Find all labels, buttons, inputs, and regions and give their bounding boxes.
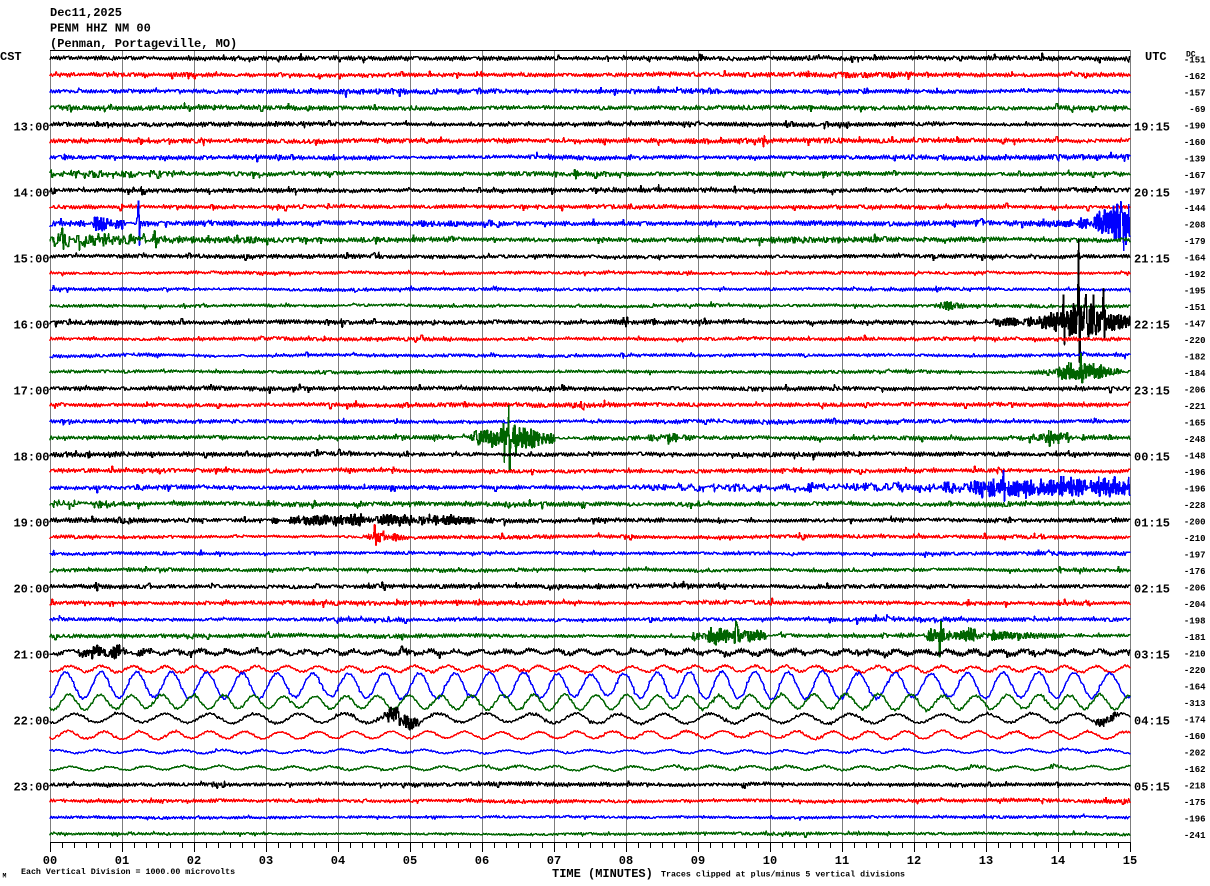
svg-text:23:00: 23:00 — [13, 780, 49, 794]
svg-text:03:15: 03:15 — [1134, 648, 1170, 662]
svg-text:02: 02 — [187, 854, 201, 868]
svg-text:13: 13 — [979, 854, 993, 868]
svg-text:-147: -147 — [1184, 320, 1206, 330]
svg-text:14:00: 14:00 — [13, 186, 49, 200]
svg-text:-248: -248 — [1184, 435, 1206, 445]
svg-text:-195: -195 — [1184, 287, 1206, 297]
svg-text:01:15: 01:15 — [1134, 516, 1170, 530]
svg-text:-181: -181 — [1184, 633, 1206, 643]
svg-text:-210: -210 — [1184, 650, 1206, 660]
svg-text:-162: -162 — [1184, 765, 1206, 775]
svg-text:-313: -313 — [1184, 699, 1206, 709]
svg-text:-162: -162 — [1184, 72, 1206, 82]
svg-text:05:15: 05:15 — [1134, 780, 1170, 794]
svg-text:-197: -197 — [1184, 551, 1206, 561]
svg-text:-164: -164 — [1184, 683, 1206, 693]
svg-text:17:00: 17:00 — [13, 384, 49, 398]
svg-text:02:15: 02:15 — [1134, 582, 1170, 596]
svg-text:12: 12 — [907, 854, 921, 868]
svg-text:03: 03 — [259, 854, 273, 868]
svg-text:-160: -160 — [1184, 732, 1206, 742]
svg-text:22:00: 22:00 — [13, 714, 49, 728]
svg-text:-179: -179 — [1184, 237, 1206, 247]
svg-text:22:15: 22:15 — [1134, 318, 1170, 332]
svg-text:05: 05 — [403, 854, 417, 868]
svg-text:18:00: 18:00 — [13, 450, 49, 464]
svg-text:-151: -151 — [1184, 303, 1206, 313]
svg-text:M: M — [3, 873, 7, 880]
svg-text:00: 00 — [43, 854, 57, 868]
svg-text:-196: -196 — [1184, 485, 1206, 495]
svg-text:-220: -220 — [1184, 336, 1206, 346]
svg-text:15: 15 — [1123, 854, 1137, 868]
svg-text:19:00: 19:00 — [13, 516, 49, 530]
svg-text:PENM HHZ NM 00: PENM HHZ NM 00 — [50, 22, 151, 36]
svg-text:-69: -69 — [1189, 105, 1205, 115]
svg-text:-192: -192 — [1184, 270, 1206, 280]
svg-text:-200: -200 — [1184, 518, 1206, 528]
svg-text:-160: -160 — [1184, 138, 1206, 148]
svg-text:-206: -206 — [1184, 386, 1206, 396]
svg-text:11: 11 — [835, 854, 849, 868]
svg-text:04:15: 04:15 — [1134, 714, 1170, 728]
svg-text:-228: -228 — [1184, 501, 1206, 511]
svg-text:Each Vertical Division = 1000.: Each Vertical Division = 1000.00 microvo… — [21, 867, 235, 877]
svg-text:-144: -144 — [1184, 204, 1206, 214]
svg-text:-151: -151 — [1184, 56, 1206, 66]
svg-text:TIME (MINUTES): TIME (MINUTES) — [552, 867, 653, 881]
svg-text:-241: -241 — [1184, 831, 1206, 841]
svg-text:-182: -182 — [1184, 353, 1206, 363]
svg-text:19:15: 19:15 — [1134, 120, 1170, 134]
svg-text:-139: -139 — [1184, 155, 1206, 165]
svg-text:21:15: 21:15 — [1134, 252, 1170, 266]
svg-text:-204: -204 — [1184, 600, 1206, 610]
svg-text:15:00: 15:00 — [13, 252, 49, 266]
svg-text:(Penman, Portageville, MO): (Penman, Portageville, MO) — [50, 37, 237, 51]
svg-text:-202: -202 — [1184, 749, 1206, 759]
svg-text:20:15: 20:15 — [1134, 186, 1170, 200]
svg-text:-206: -206 — [1184, 584, 1206, 594]
svg-text:-167: -167 — [1184, 171, 1206, 181]
svg-text:-196: -196 — [1184, 815, 1206, 825]
svg-text:-208: -208 — [1184, 221, 1206, 231]
svg-text:16:00: 16:00 — [13, 318, 49, 332]
svg-text:14: 14 — [1051, 854, 1065, 868]
svg-text:-175: -175 — [1184, 798, 1206, 808]
svg-text:-165: -165 — [1184, 419, 1206, 429]
svg-text:-218: -218 — [1184, 782, 1206, 792]
svg-text:-184: -184 — [1184, 369, 1206, 379]
svg-text:-148: -148 — [1184, 452, 1206, 462]
svg-text:00:15: 00:15 — [1134, 450, 1170, 464]
svg-text:13:00: 13:00 — [13, 120, 49, 134]
svg-text:10: 10 — [763, 854, 777, 868]
svg-text:-220: -220 — [1184, 666, 1206, 676]
svg-text:CST: CST — [0, 50, 22, 64]
svg-text:-221: -221 — [1184, 402, 1206, 412]
svg-text:-196: -196 — [1184, 468, 1206, 478]
svg-text:UTC: UTC — [1145, 50, 1167, 64]
svg-text:04: 04 — [331, 854, 345, 868]
svg-text:01: 01 — [115, 854, 129, 868]
svg-text:-164: -164 — [1184, 254, 1206, 264]
svg-text:-190: -190 — [1184, 122, 1206, 132]
svg-text:-210: -210 — [1184, 534, 1206, 544]
svg-text:06: 06 — [475, 854, 489, 868]
svg-text:-176: -176 — [1184, 567, 1206, 577]
svg-text:09: 09 — [691, 854, 705, 868]
svg-text:-198: -198 — [1184, 617, 1206, 627]
svg-text:-197: -197 — [1184, 188, 1206, 198]
svg-text:23:15: 23:15 — [1134, 384, 1170, 398]
svg-text:-157: -157 — [1184, 89, 1206, 99]
svg-text:Traces clipped at plus/minus 5: Traces clipped at plus/minus 5 vertical … — [661, 870, 905, 880]
svg-text:Dec11,2025: Dec11,2025 — [50, 6, 122, 20]
svg-text:-174: -174 — [1184, 716, 1206, 726]
svg-text:21:00: 21:00 — [13, 648, 49, 662]
svg-text:20:00: 20:00 — [13, 582, 49, 596]
